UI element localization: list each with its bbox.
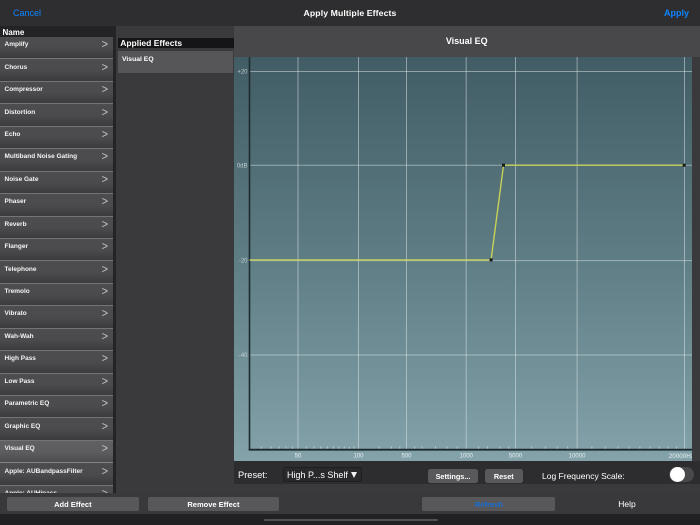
svg-text:100: 100: [353, 454, 364, 460]
svg-text:0dB: 0dB: [236, 163, 247, 169]
svg-text:20000Hz: 20000Hz: [668, 453, 692, 460]
svg-text:1000: 1000: [459, 454, 473, 460]
svg-text:-20: -20: [238, 259, 247, 265]
svg-text:10000: 10000: [568, 454, 585, 460]
svg-text:-40: -40: [238, 353, 247, 359]
svg-text:50: 50: [294, 454, 301, 460]
svg-text:5000: 5000: [508, 454, 522, 460]
svg-text:+20: +20: [237, 70, 248, 76]
svg-text:500: 500: [401, 454, 412, 460]
